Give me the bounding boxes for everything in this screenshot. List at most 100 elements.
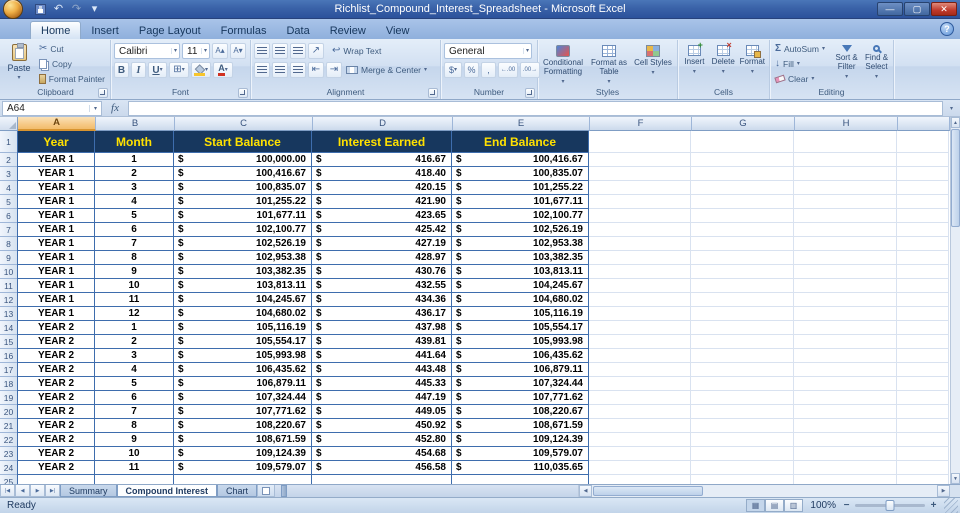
cell-D7[interactable]: $425.42 bbox=[312, 223, 452, 237]
cell-A12[interactable]: YEAR 1 bbox=[17, 293, 95, 307]
wrap-text-button[interactable]: ↩ Wrap Text bbox=[330, 44, 383, 58]
cell-E19[interactable]: $107,771.62 bbox=[452, 391, 589, 405]
cell-partial16[interactable] bbox=[897, 349, 949, 363]
cell-partial11[interactable] bbox=[897, 279, 949, 293]
cell-C11[interactable]: $103,813.11 bbox=[174, 279, 312, 293]
row-header-10[interactable]: 10 bbox=[0, 265, 18, 279]
zoom-slider[interactable]: − + bbox=[841, 500, 939, 511]
cell-A7[interactable]: YEAR 1 bbox=[17, 223, 95, 237]
cell-A11[interactable]: YEAR 1 bbox=[17, 279, 95, 293]
horizontal-scrollbar[interactable]: ◀ ▶ bbox=[578, 485, 950, 497]
cell-E5[interactable]: $101,677.11 bbox=[452, 195, 589, 209]
cell-F12[interactable] bbox=[589, 293, 691, 307]
row-header-11[interactable]: 11 bbox=[0, 279, 18, 293]
cell-H14[interactable] bbox=[794, 321, 897, 335]
cell-G10[interactable] bbox=[691, 265, 794, 279]
minimize-button[interactable]: — bbox=[877, 2, 903, 16]
cell-C12[interactable]: $104,245.67 bbox=[174, 293, 312, 307]
cell-F2[interactable] bbox=[589, 153, 691, 167]
row-header-2[interactable]: 2 bbox=[0, 153, 18, 167]
cell-E1[interactable]: End Balance bbox=[452, 131, 589, 153]
cell-A22[interactable]: YEAR 2 bbox=[17, 433, 95, 447]
fill-color-button[interactable]: ▾ bbox=[191, 62, 211, 78]
autosum-button[interactable]: Σ AutoSum ▾ bbox=[773, 42, 830, 56]
cell-partial13[interactable] bbox=[897, 307, 949, 321]
row-header-16[interactable]: 16 bbox=[0, 349, 18, 363]
cell-G24[interactable] bbox=[691, 461, 794, 475]
cell-H9[interactable] bbox=[794, 251, 897, 265]
cell-F9[interactable] bbox=[589, 251, 691, 265]
number-dialog-launcher[interactable] bbox=[525, 88, 535, 98]
cell-H21[interactable] bbox=[794, 419, 897, 433]
resize-grip[interactable] bbox=[944, 497, 958, 513]
sort-filter-button[interactable]: Sort & Filter ▾ bbox=[833, 42, 860, 86]
cell-F14[interactable] bbox=[589, 321, 691, 335]
cell-C23[interactable]: $109,124.39 bbox=[174, 447, 312, 461]
align-right-button[interactable] bbox=[290, 62, 306, 78]
cell-E23[interactable]: $109,579.07 bbox=[452, 447, 589, 461]
column-header-D[interactable]: D bbox=[313, 117, 453, 131]
cell-partial5[interactable] bbox=[897, 195, 949, 209]
cell-D8[interactable]: $427.19 bbox=[312, 237, 452, 251]
cell-D9[interactable]: $428.97 bbox=[312, 251, 452, 265]
undo-button[interactable]: ↶ bbox=[51, 2, 66, 16]
cell-H18[interactable] bbox=[794, 377, 897, 391]
cell-D15[interactable]: $439.81 bbox=[312, 335, 452, 349]
comma-style-button[interactable]: , bbox=[481, 62, 496, 78]
cell-G23[interactable] bbox=[691, 447, 794, 461]
cell-B24[interactable]: 11 bbox=[95, 461, 174, 475]
cell-A10[interactable]: YEAR 1 bbox=[17, 265, 95, 279]
column-header-B[interactable]: B bbox=[96, 117, 175, 131]
cell-B15[interactable]: 2 bbox=[95, 335, 174, 349]
cell-F21[interactable] bbox=[589, 419, 691, 433]
cell-B6[interactable]: 5 bbox=[95, 209, 174, 223]
cell-C5[interactable]: $101,255.22 bbox=[174, 195, 312, 209]
cell-B12[interactable]: 11 bbox=[95, 293, 174, 307]
ribbon-tab-data[interactable]: Data bbox=[276, 22, 319, 39]
cell-partial7[interactable] bbox=[897, 223, 949, 237]
cell-G8[interactable] bbox=[691, 237, 794, 251]
cell-partial18[interactable] bbox=[897, 377, 949, 391]
cell-H10[interactable] bbox=[794, 265, 897, 279]
cell-B8[interactable]: 7 bbox=[95, 237, 174, 251]
cell-partial9[interactable] bbox=[897, 251, 949, 265]
cell-B16[interactable]: 3 bbox=[95, 349, 174, 363]
shrink-font-button[interactable]: A▾ bbox=[230, 43, 246, 59]
vertical-scrollbar-track[interactable] bbox=[951, 228, 960, 473]
scroll-down-button[interactable]: ▼ bbox=[951, 473, 960, 484]
first-sheet-button[interactable]: |◀ bbox=[0, 485, 15, 497]
cell-A18[interactable]: YEAR 2 bbox=[17, 377, 95, 391]
cell-G20[interactable] bbox=[691, 405, 794, 419]
cell-F13[interactable] bbox=[589, 307, 691, 321]
cell-B1[interactable]: Month bbox=[95, 131, 174, 153]
cell-partial1[interactable] bbox=[897, 131, 949, 153]
cell-D4[interactable]: $420.15 bbox=[312, 181, 452, 195]
underline-button[interactable]: U ▾ bbox=[148, 62, 167, 78]
cell-H2[interactable] bbox=[794, 153, 897, 167]
tab-split-handle[interactable] bbox=[281, 485, 288, 497]
cell-H25[interactable] bbox=[794, 475, 897, 484]
cell-D23[interactable]: $454.68 bbox=[312, 447, 452, 461]
cell-E13[interactable]: $105,116.19 bbox=[452, 307, 589, 321]
font-dialog-launcher[interactable] bbox=[238, 88, 248, 98]
format-painter-button[interactable]: Format Painter bbox=[37, 72, 107, 86]
cell-C22[interactable]: $108,671.59 bbox=[174, 433, 312, 447]
cell-F11[interactable] bbox=[589, 279, 691, 293]
cell-H19[interactable] bbox=[794, 391, 897, 405]
alignment-dialog-launcher[interactable] bbox=[428, 88, 438, 98]
cell-B10[interactable]: 9 bbox=[95, 265, 174, 279]
cell-D17[interactable]: $443.48 bbox=[312, 363, 452, 377]
orientation-button[interactable]: ↗ bbox=[308, 43, 324, 59]
cell-A8[interactable]: YEAR 1 bbox=[17, 237, 95, 251]
cell-B17[interactable]: 4 bbox=[95, 363, 174, 377]
cell-D11[interactable]: $432.55 bbox=[312, 279, 452, 293]
cell-H23[interactable] bbox=[794, 447, 897, 461]
cell-B22[interactable]: 9 bbox=[95, 433, 174, 447]
cell-A3[interactable]: YEAR 1 bbox=[17, 167, 95, 181]
clear-button[interactable]: Clear ▾ bbox=[773, 72, 830, 86]
normal-view-button[interactable]: ▦ bbox=[746, 499, 765, 512]
cell-C2[interactable]: $100,000.00 bbox=[174, 153, 312, 167]
row-header-9[interactable]: 9 bbox=[0, 251, 18, 265]
align-top-button[interactable] bbox=[254, 43, 270, 59]
last-sheet-button[interactable]: ▶| bbox=[45, 485, 60, 497]
